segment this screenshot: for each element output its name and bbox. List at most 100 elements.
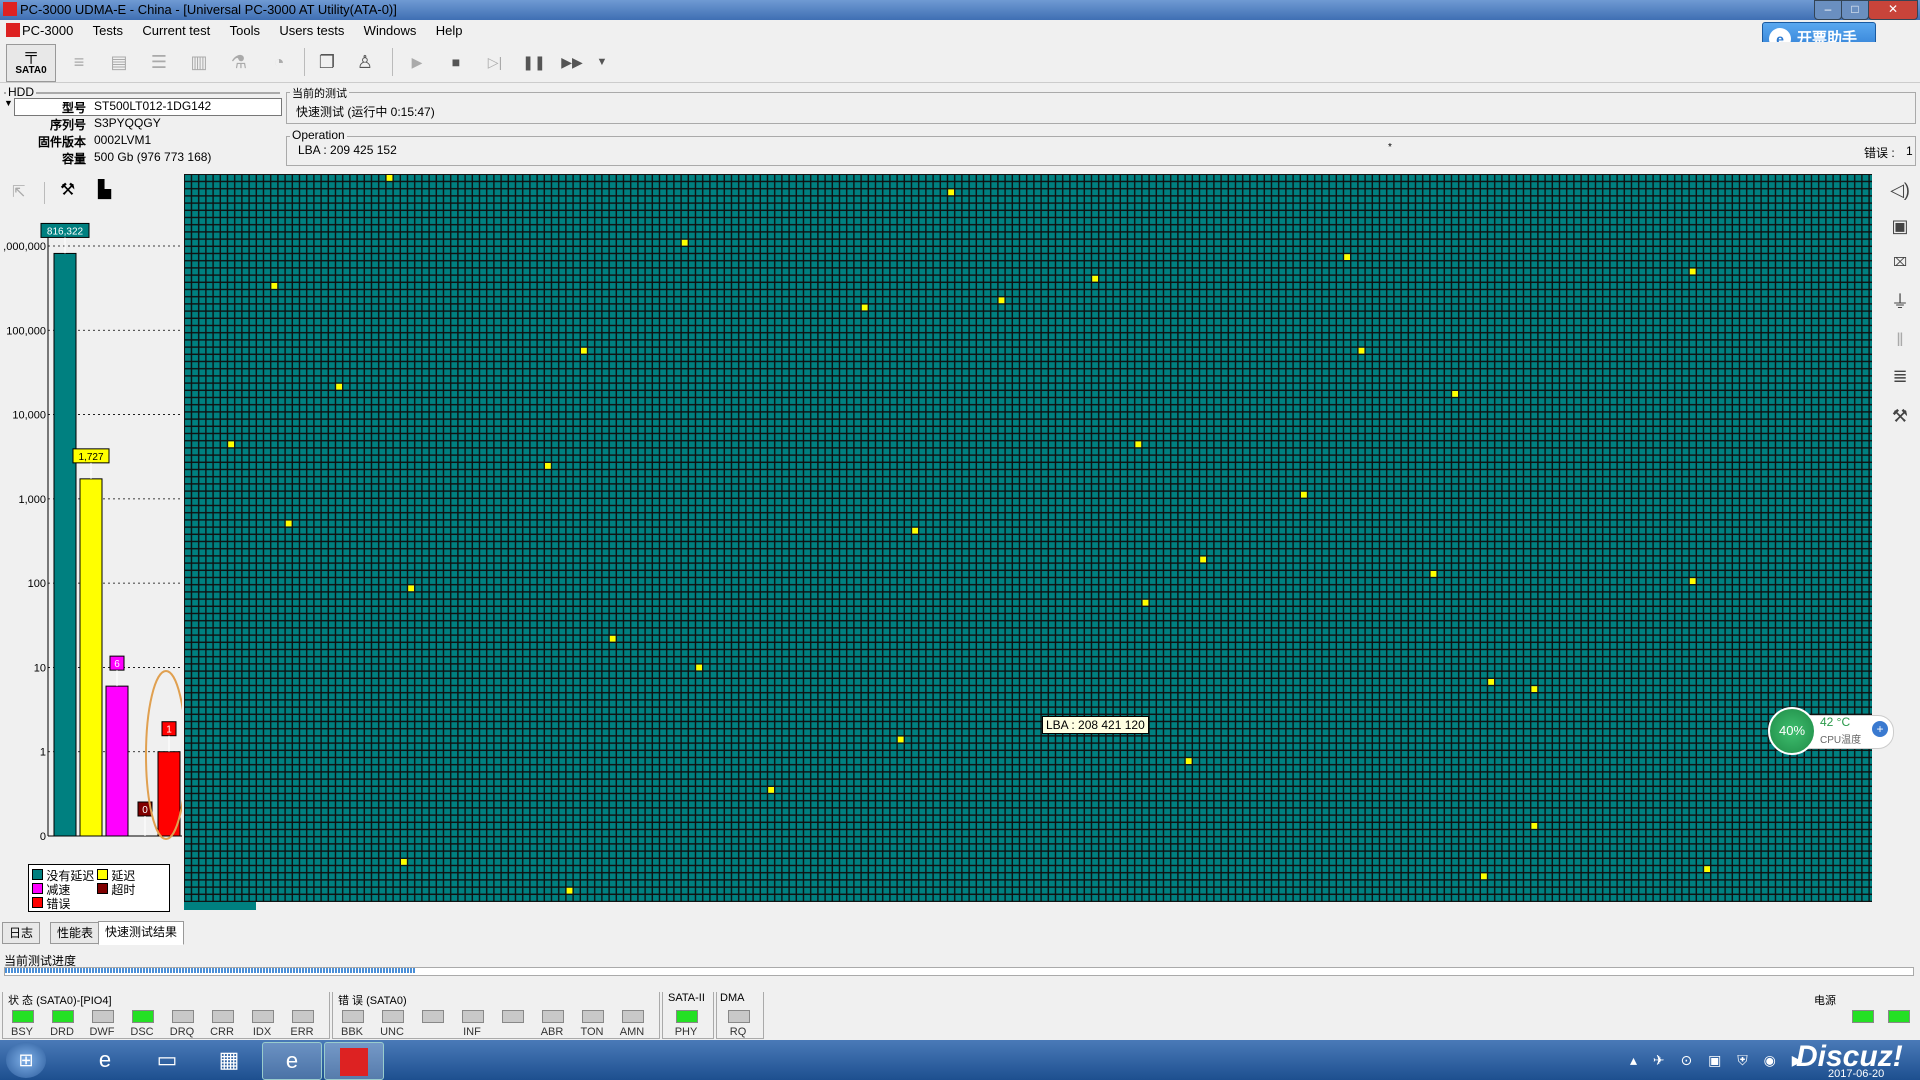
- menu-users-tests[interactable]: Users tests: [271, 20, 352, 42]
- operation-panel: Operation LBA : 209 425 152 * 错误 : 1: [284, 128, 1918, 166]
- indicator-label: IDX: [252, 1026, 272, 1038]
- slow-block: [1488, 679, 1494, 685]
- error-indicator-label: INF: [463, 1026, 481, 1038]
- operation-lba: LBA : 209 425 152: [298, 143, 397, 157]
- bar-chart-icon[interactable]: ▥: [184, 48, 214, 76]
- chip-icon[interactable]: ▤: [104, 48, 134, 76]
- reset-icon[interactable]: ⌧: [1886, 248, 1914, 276]
- bar-graph-icon[interactable]: ▙: [98, 180, 111, 200]
- slow-block: [581, 347, 587, 354]
- indicator-err: [292, 1010, 314, 1023]
- slow-block: [1689, 268, 1696, 275]
- menu-windows[interactable]: Windows: [356, 20, 425, 42]
- lba-tooltip: LBA : 208 421 120: [1042, 716, 1149, 734]
- pc3000-taskbar-icon[interactable]: [324, 1042, 384, 1080]
- device-icon[interactable]: ▣: [1886, 212, 1914, 240]
- step-icon[interactable]: ▷|: [480, 48, 510, 76]
- maximize-button[interactable]: □: [1841, 0, 1869, 20]
- slow-block: [1200, 556, 1206, 563]
- slow-block: [1430, 571, 1437, 577]
- slow-block: [228, 441, 234, 448]
- error-indicator: [342, 1010, 364, 1023]
- hdd-row-model: 型号 ST500LT012-1DG142: [61, 99, 212, 115]
- indicator-phy-label: PHY: [674, 1026, 698, 1038]
- bottom-tabs: 日志 性能表 快速测试结果: [0, 921, 400, 945]
- add-icon[interactable]: +: [1872, 721, 1888, 737]
- calculator-icon[interactable]: ▦: [200, 1042, 258, 1078]
- stop-icon[interactable]: ■: [441, 48, 471, 76]
- tab-log[interactable]: 日志: [2, 922, 41, 944]
- power-plug-icon[interactable]: ⏚: [1886, 288, 1914, 316]
- indicator-rq-label: RQ: [729, 1026, 747, 1038]
- indicator-crr: [212, 1010, 234, 1023]
- slow-block: [1358, 347, 1365, 354]
- current-test-status: 快速测试 (运行中 0:15:47): [296, 105, 435, 119]
- indicator-idx: [252, 1010, 274, 1023]
- person-icon[interactable]: ♙: [350, 48, 380, 76]
- copy-windows-icon[interactable]: ❐: [312, 48, 342, 76]
- error-indicator: [582, 1010, 604, 1023]
- hdd-group-label: HDD: [6, 85, 36, 99]
- legend-item-timeout: 超时: [97, 881, 135, 898]
- slow-block: [912, 527, 918, 534]
- flask-icon[interactable]: ⚗: [224, 48, 254, 76]
- wrench-icon[interactable]: ⚒: [1886, 402, 1914, 430]
- menu-tests[interactable]: Tests: [85, 20, 131, 42]
- menu-bar: PC-3000 Tests Current test Tools Users t…: [0, 20, 1920, 42]
- pause-small-icon[interactable]: ‖: [1886, 326, 1914, 354]
- indicator-power-1: [1852, 1010, 1874, 1023]
- current-test-group-label: 当前的测试: [290, 85, 349, 101]
- play-icon[interactable]: ▶: [402, 48, 432, 76]
- sata0-button[interactable]: ╤ SATA0: [6, 44, 56, 82]
- errors-value: 1: [1906, 144, 1913, 158]
- error-indicator-label: TON: [580, 1026, 604, 1038]
- list-icon[interactable]: ☰: [144, 48, 174, 76]
- slow-block: [681, 239, 688, 246]
- list-lines-icon[interactable]: ≣: [1886, 362, 1914, 390]
- indicator-drq: [172, 1010, 194, 1023]
- fast-forward-icon[interactable]: ▶▶: [557, 48, 587, 76]
- bar: [79, 478, 103, 837]
- slow-block: [1704, 866, 1710, 872]
- error-indicator: [502, 1010, 524, 1023]
- y-tick-label: 1,000: [18, 494, 46, 506]
- menu-help[interactable]: Help: [428, 20, 471, 42]
- menu-current-test[interactable]: Current test: [134, 20, 218, 42]
- tab-performance[interactable]: 性能表: [50, 922, 101, 944]
- start-button-icon[interactable]: ⊞: [6, 1042, 46, 1078]
- block-map-grid[interactable]: [184, 174, 1872, 902]
- slow-block: [696, 664, 702, 671]
- indicator-rq: [728, 1010, 750, 1023]
- dropdown-arrow-icon[interactable]: ▼: [587, 48, 617, 76]
- latency-histogram-chart: ,000,000100,00010,0001,0001001010 816,32…: [0, 210, 182, 910]
- export-icon[interactable]: ⇱: [12, 182, 25, 202]
- tab-quick-test-results[interactable]: 快速测试结果: [98, 921, 185, 945]
- bar: [105, 685, 129, 837]
- hdd-row-serial: 序列号 S3PYQQGY: [49, 116, 161, 132]
- bar: [53, 252, 77, 837]
- drive-map-icon[interactable]: ≡: [64, 48, 94, 76]
- slow-block: [1531, 823, 1538, 829]
- slow-block: [1452, 391, 1458, 397]
- slow-block: [609, 635, 616, 642]
- menu-tools[interactable]: Tools: [222, 20, 268, 42]
- folder-icon[interactable]: ▭: [138, 1042, 196, 1078]
- disk-icon[interactable]: ◔: [264, 48, 294, 76]
- cpu-temperature-widget[interactable]: 40% 42 °C CPU温度 +: [1768, 707, 1894, 755]
- minimize-button[interactable]: –: [1814, 0, 1842, 20]
- sound-icon[interactable]: ◁): [1886, 176, 1914, 204]
- close-button[interactable]: ✕: [1868, 0, 1918, 20]
- block-map-panel: LBA : 208 421 120: [184, 174, 1874, 914]
- window-title: PC-3000 UDMA-E - China - [Universal PC-3…: [20, 2, 397, 17]
- slow-block: [1344, 254, 1350, 260]
- ie-window-icon[interactable]: e: [262, 1042, 322, 1080]
- tray-icons[interactable]: ▴ ✈ ⊙ ▣ ⛨ ◉ ▶: [1630, 1052, 1809, 1069]
- y-tick-label: ,000,000: [3, 241, 46, 253]
- legend-item-error: 错误: [32, 895, 70, 912]
- pause-icon[interactable]: ❚❚: [519, 48, 549, 76]
- indicator-power-2: [1888, 1010, 1910, 1023]
- ie-icon[interactable]: e: [76, 1042, 134, 1078]
- tools-icon[interactable]: ⚒: [60, 180, 75, 200]
- error-indicator: [382, 1010, 404, 1023]
- current-test-panel: 当前的测试 快速测试 (运行中 0:15:47): [284, 84, 1918, 124]
